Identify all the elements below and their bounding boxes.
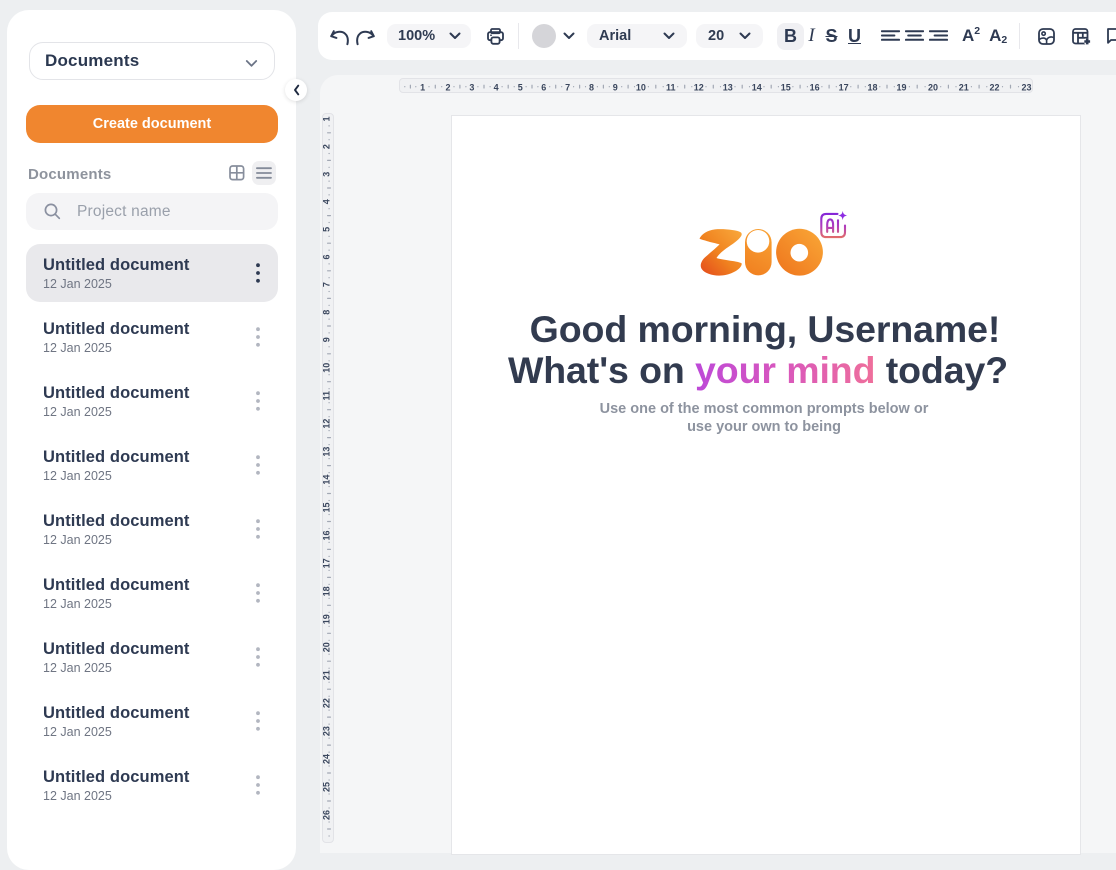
svg-text:5: 5 (518, 82, 523, 92)
svg-text:9: 9 (613, 82, 618, 92)
svg-text:4: 4 (494, 82, 499, 92)
svg-text:23: 23 (323, 726, 331, 736)
svg-text:11: 11 (323, 391, 331, 401)
svg-text:2: 2 (445, 82, 450, 92)
svg-text:8: 8 (589, 82, 594, 92)
svg-text:2: 2 (323, 144, 331, 149)
svg-text:20: 20 (928, 82, 938, 92)
svg-text:14: 14 (323, 475, 331, 485)
svg-text:7: 7 (323, 282, 331, 287)
svg-text:20: 20 (323, 642, 331, 652)
svg-text:6: 6 (323, 254, 331, 259)
svg-text:21: 21 (959, 82, 969, 92)
svg-text:11: 11 (666, 82, 676, 92)
svg-text:14: 14 (752, 82, 762, 92)
svg-text:16: 16 (810, 82, 820, 92)
svg-text:3: 3 (323, 172, 331, 177)
svg-text:22: 22 (989, 82, 999, 92)
svg-text:25: 25 (323, 782, 331, 792)
svg-text:23: 23 (1021, 82, 1031, 92)
svg-text:19: 19 (896, 82, 906, 92)
svg-text:8: 8 (323, 310, 331, 315)
svg-text:18: 18 (323, 586, 331, 596)
svg-text:17: 17 (839, 82, 849, 92)
svg-text:26: 26 (323, 810, 331, 820)
svg-text:3: 3 (469, 82, 474, 92)
svg-text:1: 1 (323, 116, 331, 121)
svg-text:13: 13 (323, 447, 331, 457)
svg-text:5: 5 (323, 227, 331, 232)
svg-text:12: 12 (694, 82, 704, 92)
svg-text:15: 15 (781, 82, 791, 92)
svg-text:21: 21 (323, 670, 331, 680)
svg-text:9: 9 (323, 337, 331, 342)
svg-text:1: 1 (420, 82, 425, 92)
svg-text:10: 10 (636, 82, 646, 92)
svg-text:7: 7 (565, 82, 570, 92)
svg-text:4: 4 (323, 199, 331, 204)
svg-text:13: 13 (723, 82, 733, 92)
svg-text:6: 6 (541, 82, 546, 92)
svg-text:24: 24 (323, 754, 331, 764)
svg-text:15: 15 (323, 502, 331, 512)
svg-text:12: 12 (323, 419, 331, 429)
svg-text:22: 22 (323, 698, 331, 708)
svg-text:19: 19 (323, 614, 331, 624)
svg-text:17: 17 (323, 558, 331, 568)
svg-text:18: 18 (867, 82, 877, 92)
svg-text:10: 10 (323, 363, 331, 373)
svg-text:16: 16 (323, 530, 331, 540)
